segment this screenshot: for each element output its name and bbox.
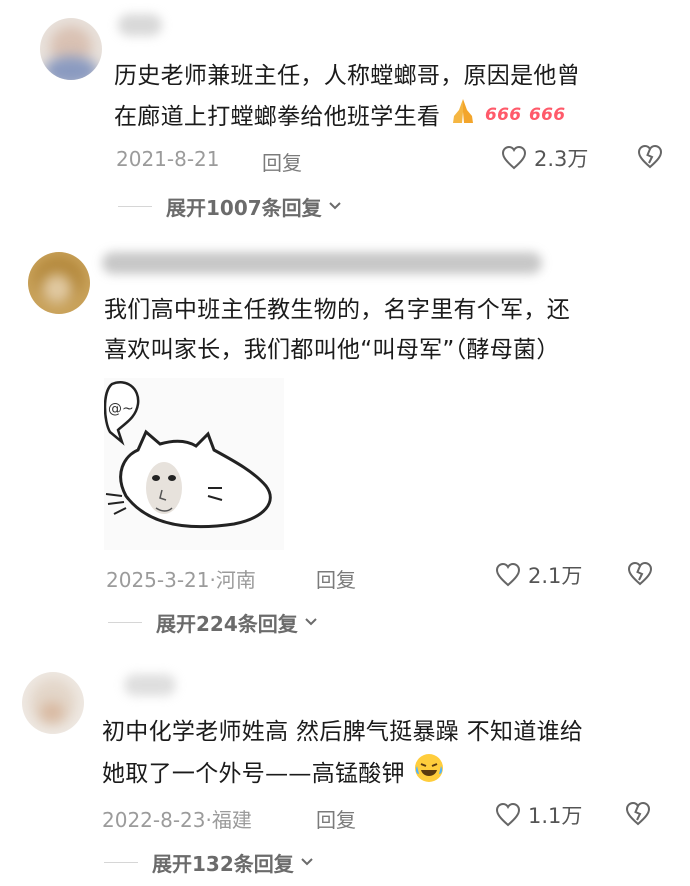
location-text: 福建	[211, 808, 252, 832]
divider	[104, 861, 138, 863]
heart-icon	[495, 802, 521, 827]
comment-line-text: 她取了一个外号——高锰酸钾	[102, 761, 405, 787]
comment-meta: 2022-8-23·福建 回复 1.1万	[0, 800, 690, 834]
chevron-down-icon	[301, 858, 313, 866]
expand-replies-label: 展开132条回复	[152, 851, 294, 876]
like-button[interactable]: 1.1万	[494, 800, 582, 830]
comment-line: 她取了一个外号——高锰酸钾	[102, 752, 672, 797]
laughing-crying-emoji	[413, 752, 445, 797]
username[interactable]	[124, 674, 176, 696]
reply-button[interactable]: 回复	[316, 804, 356, 833]
date-text: 2022-8-23·	[102, 808, 212, 832]
expand-replies-button[interactable]: 展开132条回复	[104, 847, 314, 877]
dislike-button[interactable]	[624, 800, 652, 833]
like-count: 1.1万	[528, 804, 583, 828]
comment-item: 初中化学老师姓高 然后脾气挺暴躁 不知道谁给 她取了一个外号——高锰酸钾 202…	[0, 0, 690, 886]
comment-text: 初中化学老师姓高 然后脾气挺暴躁 不知道谁给 她取了一个外号——高锰酸钾	[102, 712, 672, 797]
broken-heart-icon	[625, 801, 651, 826]
comment-line: 初中化学老师姓高 然后脾气挺暴躁 不知道谁给	[102, 719, 584, 745]
comment-date: 2022-8-23·福建	[102, 804, 252, 833]
avatar[interactable]	[22, 672, 84, 734]
